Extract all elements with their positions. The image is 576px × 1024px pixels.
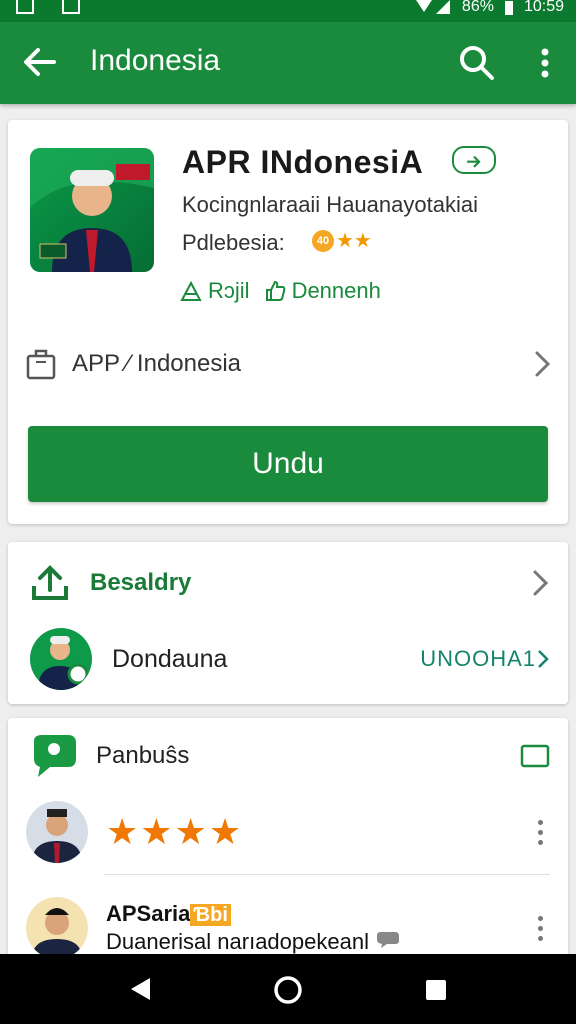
review-stars: ★★★★ [106, 811, 244, 852]
developer-section-title: Besaldry [90, 569, 192, 596]
screen-notification-icon [62, 0, 80, 14]
avatar [30, 628, 92, 690]
chevron-right-icon [535, 351, 551, 377]
rating-badge: 40 ★★ [312, 228, 372, 253]
category-label: Pdlebesia: [182, 230, 285, 255]
review-item: ★★★★ [26, 800, 550, 864]
app-name: APR INdonesiA [182, 144, 424, 180]
more-vert-icon[interactable] [530, 819, 550, 845]
install-button[interactable]: Undu [28, 426, 548, 502]
system-nav-bar [0, 954, 576, 1024]
briefcase-icon [26, 349, 56, 380]
tag-label: Rɔjil [208, 278, 250, 303]
developer-name[interactable]: Kocingnlaraaii Hauanayotakiai [182, 192, 478, 218]
checkbox-icon[interactable] [520, 744, 550, 768]
reviewer-name: APSaria Ɓbi [106, 901, 530, 927]
developer-section-header[interactable]: Besaldry [30, 560, 550, 606]
rating-count-badge: 40 [312, 229, 334, 252]
reviews-card: Panbuŝs ★★★★ APSaria Ɓbi Duanerisal narıa… [8, 718, 568, 978]
tag-icon [180, 280, 202, 301]
tag-item[interactable]: Dennenh [264, 278, 381, 304]
clock: 10:59 [523, 0, 564, 15]
chevron-right-icon [533, 570, 549, 596]
app-bar: Indonesia [0, 22, 576, 104]
app-category-label: APP ⁄ Indonesia [72, 350, 242, 377]
chevron-right-icon [538, 650, 549, 668]
developer-card: Besaldry Dondauna UNOOHA1 [8, 542, 568, 704]
tag-item[interactable]: Rɔjil [180, 278, 250, 304]
speech-icon [377, 932, 400, 948]
nav-home-icon[interactable] [272, 974, 304, 1006]
developer-link[interactable]: UNOOHA1 [420, 646, 536, 672]
more-vert-icon[interactable] [530, 915, 550, 941]
page-title: Indonesia [90, 44, 221, 77]
thumbs-up-icon [265, 280, 285, 301]
app-category-row[interactable]: APP ⁄ Indonesia [26, 342, 552, 386]
tag-label: Dennenh [291, 278, 381, 303]
editor-badge-icon [452, 146, 496, 174]
battery-percent: 86% [461, 0, 494, 15]
review-item: APSaria Ɓbi Duanerisal narıadopekeanl [26, 896, 550, 960]
review-text: Duanerisal narıadopekeanl [106, 929, 530, 955]
divider [104, 874, 550, 875]
avatar [26, 801, 88, 863]
chat-bubble-icon [34, 735, 76, 777]
app-header-card: APR INdonesiA Kocingnlaraaii Hauanayotak… [8, 120, 568, 524]
developer-row[interactable]: Dondauna UNOOHA1 [30, 628, 550, 690]
reviewer-badge: Ɓbi [190, 904, 231, 926]
developer-row-name: Dondauna [112, 644, 228, 673]
app-icon [30, 148, 154, 272]
search-icon[interactable] [458, 44, 496, 82]
nav-back-icon[interactable] [128, 976, 152, 1002]
back-arrow-icon[interactable] [20, 42, 60, 82]
reviews-header: Panbuŝs [28, 732, 550, 780]
app-tags: Rɔjil Dennenh [180, 278, 381, 304]
signal-icon [415, 0, 450, 14]
reviews-title: Panbuŝs [96, 742, 190, 769]
nav-recents-icon[interactable] [424, 978, 448, 1002]
upload-icon [32, 565, 68, 600]
battery-icon [504, 1, 513, 15]
more-vert-icon[interactable] [530, 44, 560, 82]
photo-notification-icon [16, 0, 34, 14]
status-bar: 86% 10:59 [0, 0, 576, 22]
rating-stars: ★★ [336, 230, 372, 252]
avatar [26, 897, 88, 959]
